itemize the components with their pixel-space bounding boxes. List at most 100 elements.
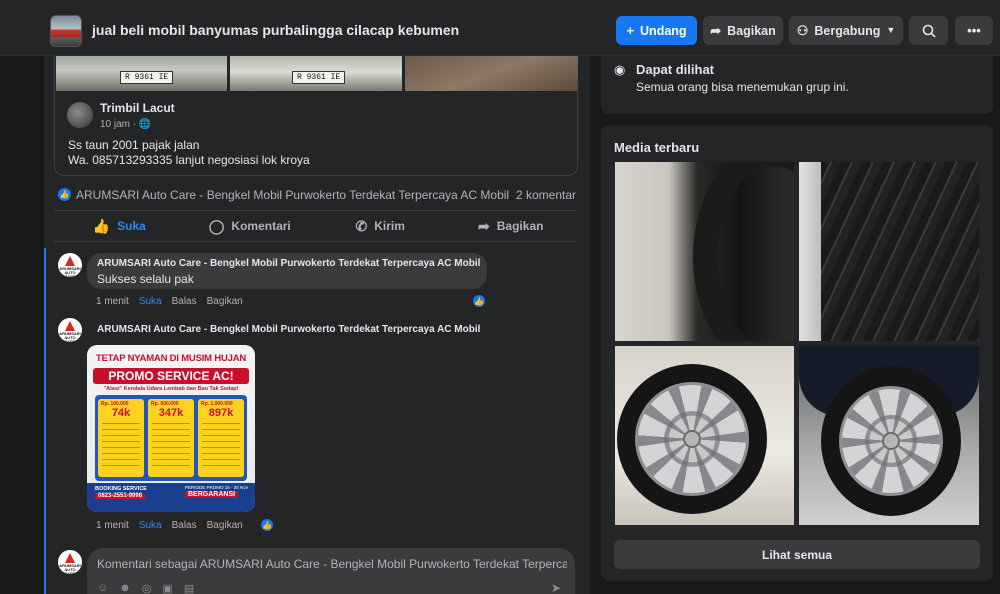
booking-phone: 0823-2551-9998 <box>95 493 146 499</box>
post-text: Ss taun 2001 pajak jalan <box>68 138 200 152</box>
promo-price: 897k <box>208 407 234 419</box>
booking-label: BOOKING SERVICE <box>95 486 147 492</box>
globe-icon: 🌐 <box>138 119 152 130</box>
price-card: Rp. 100.000 74k <box>98 399 144 477</box>
comment-time[interactable]: 1 menit <box>96 520 129 531</box>
comment-share-link[interactable]: Bagikan <box>207 520 243 531</box>
group-visibility-card: ◉ Dapat dilihat Semua orang bisa menemuk… <box>601 56 993 114</box>
eye-icon: ◉ <box>614 62 626 77</box>
thumbs-up-icon: 👍 <box>92 217 111 234</box>
invite-button[interactable]: + Undang <box>616 16 697 45</box>
comment-composer[interactable]: Komentari sebagai ARUMSARI Auto Care - B… <box>87 548 575 594</box>
sticker-alt-icon[interactable]: ▤ <box>184 582 194 594</box>
emoji-icon[interactable]: ☻ <box>119 582 131 594</box>
share-label: Bagikan <box>496 219 544 233</box>
caret-down-icon: ▼ <box>886 25 896 35</box>
price-card: Rp. 500.000 347k <box>148 399 194 477</box>
price-card: Rp. 1.000.000 897k <box>198 399 244 477</box>
promo-image[interactable]: TETAP NYAMAN DI MUSIM HUJAN PROMO SERVIC… <box>87 345 255 512</box>
comment-input[interactable]: Komentari sebagai ARUMSARI Auto Care - B… <box>97 557 567 571</box>
post-time: 10 jam · 🌐 <box>100 119 151 130</box>
author-avatar[interactable] <box>67 102 93 128</box>
comment-icon: ◯ <box>208 217 225 234</box>
comment-thread-indicator <box>44 248 46 594</box>
group-thumbnail[interactable] <box>50 15 82 47</box>
service-list <box>202 423 240 471</box>
recent-media-card: Media terbaru Lihat semua <box>601 125 993 581</box>
whatsapp-icon: ✆ <box>355 217 368 234</box>
camera-icon[interactable]: ◎ <box>142 582 152 594</box>
reaction-summary: 👍 ARUMSARI Auto Care - Bengkel Mobil Pur… <box>58 187 576 203</box>
comment-reply-link[interactable]: Balas <box>172 520 197 531</box>
post-feed: R 9361 IE R 9361 IE Trimbil Lacut 10 jam… <box>44 56 590 594</box>
comment-like-link[interactable]: Suka <box>139 296 162 307</box>
car-photo[interactable]: R 9361 IE <box>56 56 227 91</box>
visibility-description: Semua orang bisa menemukan grup ini. <box>636 80 849 94</box>
like-reaction-icon[interactable]: 👍 <box>472 294 486 308</box>
comment-meta: 1 menit Suka Balas Bagikan <box>96 296 243 307</box>
media-thumbnail-tire-tread[interactable] <box>799 162 979 341</box>
share-label: Bagikan <box>727 23 776 38</box>
tire-edge <box>799 162 821 341</box>
avatar-text: ARUMSARI AUTO CARE <box>59 331 81 343</box>
car-photo[interactable]: R 9361 IE <box>230 56 402 91</box>
comment-count[interactable]: 2 komentar <box>516 188 576 202</box>
search-button[interactable] <box>909 16 948 45</box>
promo-price: 347k <box>158 407 184 419</box>
comment-label: Komentari <box>231 219 291 233</box>
media-title: Media terbaru <box>614 140 700 155</box>
comment-time[interactable]: 1 menit <box>96 296 129 307</box>
send-comment-icon[interactable]: ➤ <box>551 581 561 594</box>
avatar-text: ARUMSARI AUTO CARE <box>59 266 81 278</box>
see-all-media-button[interactable]: Lihat semua <box>614 540 980 569</box>
comment-author[interactable]: ARUMSARI Auto Care - Bengkel Mobil Purwo… <box>97 324 480 335</box>
more-button[interactable]: ••• <box>955 16 993 45</box>
comment-bubble[interactable]: ARUMSARI Auto Care - Bengkel Mobil Purwo… <box>87 253 487 289</box>
car-photo[interactable] <box>405 56 578 91</box>
joined-button[interactable]: ⚇ Bergabung ▼ <box>789 16 903 45</box>
comment-author[interactable]: ARUMSARI Auto Care - Bengkel Mobil Purwo… <box>97 258 480 269</box>
comment-reply-link[interactable]: Balas <box>172 296 197 307</box>
commenter-avatar[interactable]: ARUMSARI AUTO CARE <box>58 318 82 342</box>
group-title[interactable]: jual beli mobil banyumas purbalingga cil… <box>92 22 459 38</box>
my-avatar[interactable]: ARUMSARI AUTO CARE <box>58 550 82 574</box>
promo-tagline: "Atasi" Kendala Udara Lembab dan Bau Tak… <box>103 386 239 392</box>
media-thumbnail-wheel-on-car[interactable] <box>799 346 979 525</box>
guarantee-badge: BERGARANSI <box>185 491 239 498</box>
sticker-icon[interactable]: ☺ <box>97 582 108 594</box>
brand-logo-icon <box>65 256 75 266</box>
send-button[interactable]: ✆ Kirim <box>315 211 446 241</box>
more-icon: ••• <box>967 23 981 38</box>
license-plate: R 9361 IE <box>120 71 174 84</box>
service-list <box>102 423 140 471</box>
like-reaction-icon: 👍 <box>58 188 71 201</box>
promo-price: 74k <box>111 407 131 419</box>
like-label: Suka <box>117 219 146 233</box>
share-arrow-icon: ➦ <box>478 217 490 234</box>
alloy-rim <box>839 386 943 496</box>
shared-post-card[interactable]: R 9361 IE R 9361 IE Trimbil Lacut 10 jam… <box>54 56 578 176</box>
comment-share-link[interactable]: Bagikan <box>207 296 243 307</box>
visibility-title: Dapat dilihat <box>636 62 715 77</box>
wheel-hub <box>882 432 900 450</box>
like-button[interactable]: 👍 Suka <box>54 211 185 241</box>
reactor-names[interactable]: ARUMSARI Auto Care - Bengkel Mobil Purwo… <box>76 188 509 202</box>
share-group-button[interactable]: ➦ Bagikan <box>703 16 783 45</box>
brand-logo-icon <box>65 321 75 331</box>
search-icon <box>922 24 936 38</box>
share-button[interactable]: ➦ Bagikan <box>446 211 577 241</box>
comment-button[interactable]: ◯ Komentari <box>185 211 316 241</box>
plus-icon: + <box>626 23 635 38</box>
avatar-text: ARUMSARI AUTO CARE <box>59 563 81 575</box>
gif-icon[interactable]: ▣ <box>162 582 172 594</box>
comment-meta: 1 menit Suka Balas Bagikan <box>96 520 243 531</box>
commenter-avatar[interactable]: ARUMSARI AUTO CARE <box>58 253 82 277</box>
comment-text: Sukses selalu pak <box>97 272 194 286</box>
post-action-bar: 👍 Suka ◯ Komentari ✆ Kirim ➦ Bagikan <box>54 210 576 242</box>
comment-like-link[interactable]: Suka <box>139 520 162 531</box>
service-list <box>152 423 190 471</box>
author-name[interactable]: Trimbil Lacut <box>100 101 175 115</box>
media-thumbnail-wheel[interactable] <box>615 346 794 525</box>
like-reaction-icon[interactable]: 👍 <box>260 518 274 532</box>
media-thumbnail-tire-sidewall[interactable] <box>615 162 794 341</box>
